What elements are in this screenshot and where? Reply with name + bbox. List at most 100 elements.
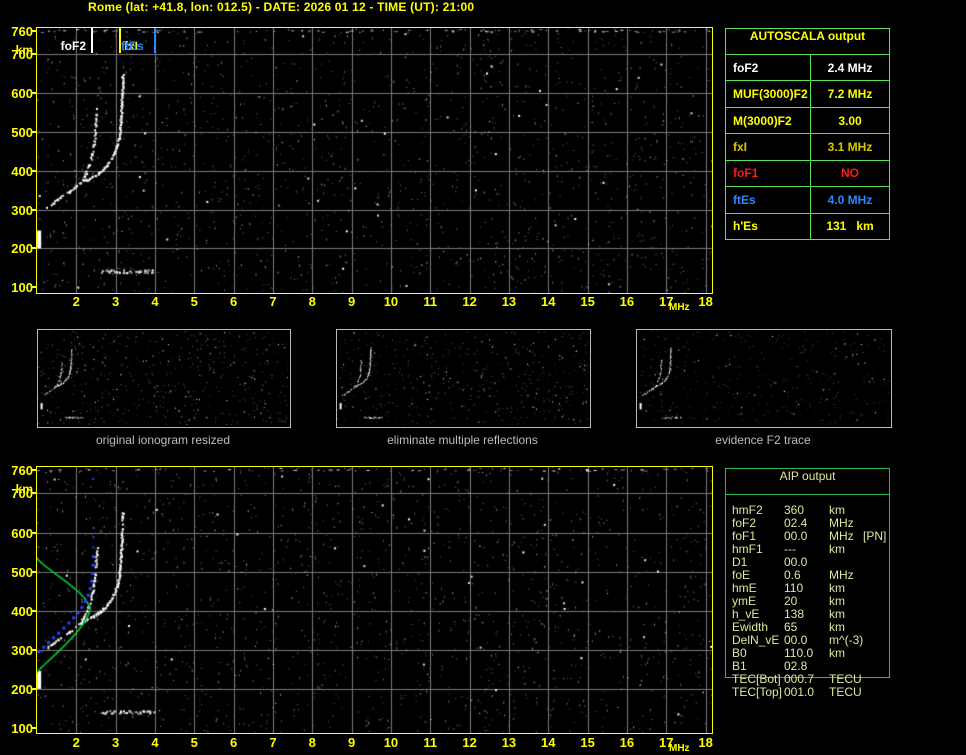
autoscala-row-fof1: foF1NO — [726, 161, 889, 187]
aip-row-label: B0 — [732, 647, 747, 660]
autoscala-row-label: ftEs — [726, 187, 811, 212]
aip-row-fof1: foF100.0MHz[PN] — [725, 530, 890, 543]
x-axis-label: 3 — [104, 735, 128, 750]
aip-row-d1: D1 00.0 — [725, 556, 890, 569]
y-axis-tick — [31, 469, 36, 471]
x-axis-label: 16 — [615, 735, 639, 750]
aip-row-value: 138 — [784, 608, 804, 621]
aip-row-unit: m^(-3) — [829, 634, 863, 647]
x-axis-label: 18 — [694, 735, 718, 750]
autoscala-row-fof2: foF22.4 MHz — [726, 55, 889, 81]
aip-row-value: 110.0 — [784, 647, 813, 660]
y-axis-label: 600 — [0, 526, 33, 541]
aip-row-value: 02.4 — [784, 517, 807, 530]
x-axis-label: 2 — [64, 294, 88, 309]
aip-row-label: foF1 — [732, 530, 756, 543]
y-axis-tick — [31, 727, 36, 729]
aip-row-label: foE — [732, 569, 750, 582]
aip-row-label: TEC[Bot] — [732, 673, 781, 686]
x-axis-label: 11 — [418, 294, 442, 309]
top-ionogram-frame — [36, 27, 713, 294]
x-axis-unit: MHz — [669, 302, 690, 313]
y-axis-label: 500 — [0, 565, 33, 580]
aip-row-tecbot: TEC[Bot]000.7TECU — [725, 673, 890, 686]
panel-original-caption: original ionogram resized — [37, 433, 289, 447]
x-axis-label: 15 — [576, 735, 600, 750]
aip-row-unit: km — [829, 621, 845, 634]
autoscala-row-value: 3.1 MHz — [811, 140, 889, 154]
aip-row-label: h_vE — [732, 608, 759, 621]
autoscala-row-value: 7.2 MHz — [811, 87, 889, 101]
autoscala-row-m3000f2: M(3000)F23.00 — [726, 108, 889, 134]
panel-original-canvas — [38, 330, 288, 425]
y-axis-tick — [31, 92, 36, 94]
x-axis-label: 9 — [340, 294, 364, 309]
autoscala-row-value: NO — [811, 166, 889, 180]
y-axis-label: 100 — [0, 280, 33, 295]
foF2-marker-label: foF2 — [48, 39, 86, 53]
x-axis-label: 2 — [64, 735, 88, 750]
aip-row-value: 65 — [784, 621, 797, 634]
y-axis-label: 300 — [0, 643, 33, 658]
autoscala-row-value: 131 km — [811, 219, 889, 233]
aip-row-fof2: foF202.4MHz — [725, 517, 890, 530]
x-axis-label: 12 — [458, 294, 482, 309]
aip-row-label: hmE — [732, 582, 757, 595]
aip-row-hme: hmE110km — [725, 582, 890, 595]
aip-row-label: hmF1 — [732, 543, 763, 556]
aip-row-foe: foE0.6MHz — [725, 569, 890, 582]
aip-row-unit: km — [829, 608, 845, 621]
x-axis-label: 8 — [300, 735, 324, 750]
aip-row-hve: h_vE 138 km — [725, 608, 890, 621]
panel-evidence-caption: evidence F2 trace — [636, 433, 890, 447]
x-axis-label: 12 — [458, 735, 482, 750]
autoscala-row-fxi: fxI3.1 MHz — [726, 134, 889, 160]
bottom-ionogram-frame — [36, 466, 713, 734]
x-axis-label: 13 — [497, 735, 521, 750]
panel-evidence-canvas — [637, 330, 889, 425]
autoscala-row-label: h'Es — [726, 214, 811, 239]
x-axis-label: 15 — [576, 294, 600, 309]
x-axis-label: 10 — [379, 294, 403, 309]
y-axis-label: 400 — [0, 164, 33, 179]
aip-row-label: D1 — [732, 556, 747, 569]
aip-row-value: 001.0 — [784, 686, 814, 699]
y-axis-tick — [31, 30, 36, 32]
y-axis-label: 760 — [0, 24, 33, 39]
aip-row-value: 360 — [784, 504, 804, 517]
x-axis-label: 18 — [694, 294, 718, 309]
panel-eliminate-canvas — [337, 330, 588, 425]
aip-row-value: --- — [784, 543, 796, 556]
aip-row-unit: km — [829, 504, 845, 517]
y-axis-tick — [31, 286, 36, 288]
autoscala-table: AUTOSCALA output foF22.4 MHzMUF(3000)F27… — [725, 28, 890, 240]
autoscala-row-label: foF2 — [726, 55, 811, 80]
aip-row-value: 00.0 — [784, 556, 807, 569]
y-axis-label: 760 — [0, 463, 33, 478]
x-axis-label: 4 — [143, 294, 167, 309]
x-axis-label: 7 — [261, 294, 285, 309]
aip-row-delnve: DelN_vE00.0m^(-3) — [725, 634, 890, 647]
aip-row-label: foF2 — [732, 517, 756, 530]
autoscala-row-value: 3.00 — [811, 114, 889, 128]
ftEs-marker-line — [154, 28, 156, 53]
autoscala-row-hes: h'Es131 km — [726, 214, 889, 239]
aip-row-value: 02.8 — [784, 660, 807, 673]
x-axis-label: 5 — [182, 735, 206, 750]
y-axis-label: 200 — [0, 241, 33, 256]
panel-eliminate-reflections — [336, 329, 591, 428]
aip-row-label: TEC[Top] — [732, 686, 782, 699]
x-axis-label: 16 — [615, 294, 639, 309]
y-axis-unit: km — [0, 482, 33, 496]
y-axis-label: 100 — [0, 721, 33, 736]
y-axis-tick — [31, 247, 36, 249]
panel-eliminate-caption: eliminate multiple reflections — [336, 433, 589, 447]
aip-row-hmf1: hmF1---km — [725, 543, 890, 556]
aip-row-b0: B0110.0km — [725, 647, 890, 660]
y-axis-tick — [31, 131, 36, 133]
bottom-ionogram-canvas — [37, 467, 712, 733]
aip-row-value: 20 — [784, 595, 797, 608]
panel-original-ionogram — [37, 329, 291, 428]
y-axis-tick — [31, 571, 36, 573]
aip-row-value: 000.7 — [784, 673, 814, 686]
